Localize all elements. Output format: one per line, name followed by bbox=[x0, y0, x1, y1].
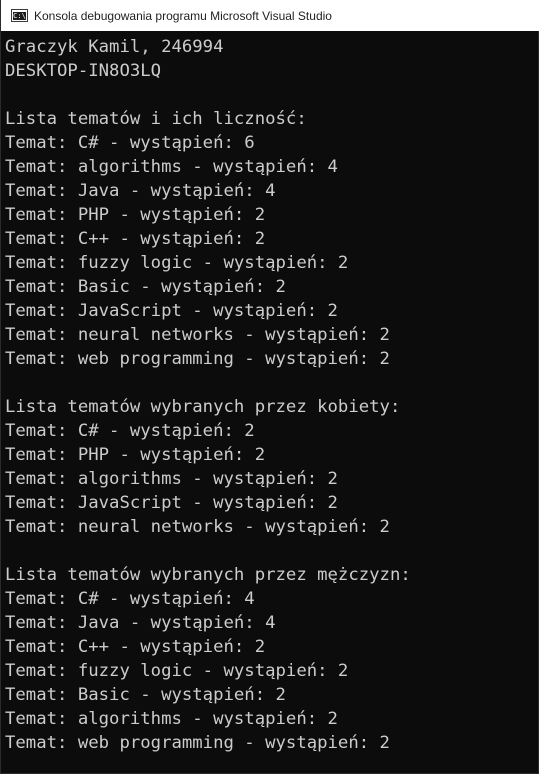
console-line: Lista tematów i ich liczność: bbox=[5, 109, 307, 129]
console-line: Temat: Basic - wystąpień: 2 bbox=[5, 277, 286, 297]
console-line: Temat: C# - wystąpień: 2 bbox=[5, 421, 255, 441]
console-output[interactable]: Graczyk Kamil, 246994 DESKTOP-IN8O3LQ List… bbox=[5, 35, 535, 765]
console-line: Lista tematów wybranych przez kobiety: bbox=[5, 397, 401, 417]
console-line: Temat: neural networks - wystąpień: 2 bbox=[5, 517, 390, 537]
debug-console-window: C:\ Konsola debugowania programu Microso… bbox=[0, 0, 539, 774]
console-line: Temat: PHP - wystąpień: 2 bbox=[5, 205, 266, 225]
console-line: Temat: neural networks - wystąpień: 2 bbox=[5, 325, 390, 345]
title-bar[interactable]: C:\ Konsola debugowania programu Microso… bbox=[1, 0, 539, 31]
console-line: Temat: algorithms - wystąpień: 2 bbox=[5, 709, 338, 729]
console-line: Temat: web programming - wystąpień: 2 bbox=[5, 349, 390, 369]
console-line: Temat: fuzzy logic - wystąpień: 2 bbox=[5, 661, 349, 681]
console-line: Lista tematów wybranych przez mężczyzn: bbox=[5, 565, 411, 585]
console-line: Temat: algorithms - wystąpień: 2 bbox=[5, 469, 338, 489]
console-line: Temat: C# - wystąpień: 6 bbox=[5, 133, 255, 153]
console-line: Temat: fuzzy logic - wystąpień: 2 bbox=[5, 253, 349, 273]
console-line: Temat: C++ - wystąpień: 2 bbox=[5, 637, 266, 657]
console-app-icon[interactable]: C:\ bbox=[11, 9, 28, 22]
console-line: Temat: JavaScript - wystąpień: 2 bbox=[5, 301, 338, 321]
console-line: Temat: PHP - wystąpień: 2 bbox=[5, 445, 266, 465]
console-app-icon-label: C:\ bbox=[13, 12, 26, 20]
console-line: Temat: Basic - wystąpień: 2 bbox=[5, 685, 286, 705]
console-line: Temat: web programming - wystąpień: 2 bbox=[5, 733, 390, 753]
window-title: Konsola debugowania programu Microsoft V… bbox=[34, 8, 332, 23]
console-line: Temat: Java - wystąpień: 4 bbox=[5, 181, 276, 201]
console-line: Temat: Java - wystąpień: 4 bbox=[5, 613, 276, 633]
console-line: Graczyk Kamil, 246994 bbox=[5, 37, 224, 57]
console-line: Temat: C++ - wystąpień: 2 bbox=[5, 229, 266, 249]
console-line: DESKTOP-IN8O3LQ bbox=[5, 61, 162, 81]
console-line: Temat: algorithms - wystąpień: 4 bbox=[5, 157, 338, 177]
console-line: Temat: JavaScript - wystąpień: 2 bbox=[5, 493, 338, 513]
console-line: Temat: C# - wystąpień: 4 bbox=[5, 589, 255, 609]
